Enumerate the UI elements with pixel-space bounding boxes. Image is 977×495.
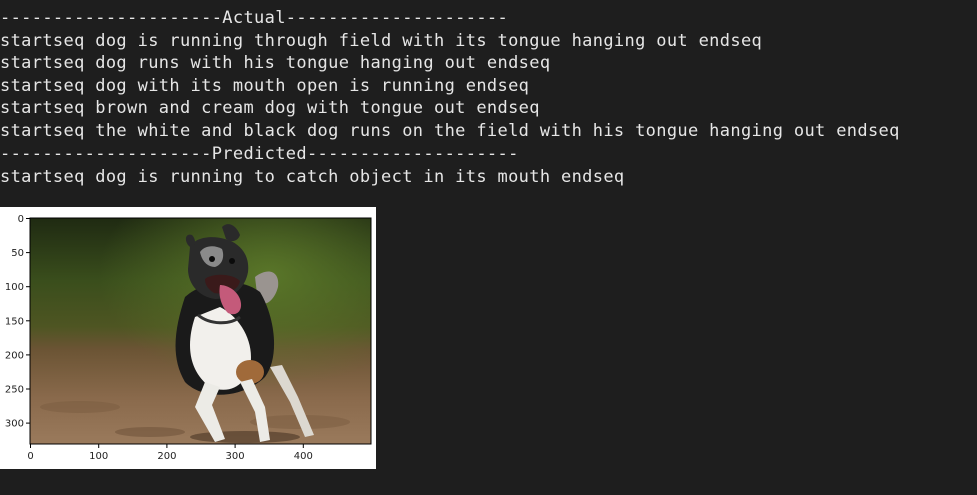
image-plot-svg: 0 100 200 300 400 0 50 100 150 200 250 300 — [5, 214, 372, 462]
x-tick-label: 200 — [157, 451, 176, 462]
actual-caption-1: startseq dog is running through field wi… — [0, 31, 763, 51]
actual-caption-5: startseq the white and black dog runs on… — [0, 121, 900, 141]
y-tick-label: 150 — [5, 316, 24, 327]
predicted-header-line: --------------------Predicted-----------… — [0, 144, 519, 164]
x-tick-label: 400 — [294, 451, 313, 462]
predicted-caption: startseq dog is running to catch object … — [0, 167, 625, 187]
y-tick-label: 50 — [11, 248, 24, 259]
dog-photo — [30, 218, 371, 444]
actual-caption-4: startseq brown and cream dog with tongue… — [0, 98, 540, 118]
cell-output: ---------------------Actual-------------… — [0, 0, 977, 495]
actual-caption-3: startseq dog with its mouth open is runn… — [0, 76, 530, 96]
y-axis: 0 50 100 150 200 250 300 — [5, 214, 30, 430]
y-tick-label: 250 — [5, 385, 24, 396]
y-tick-label: 300 — [5, 419, 24, 430]
x-axis: 0 100 200 300 400 — [27, 444, 313, 462]
image-plot: 0 100 200 300 400 0 50 100 150 200 250 300 — [0, 207, 376, 469]
actual-header-line: ---------------------Actual-------------… — [0, 8, 509, 28]
x-tick-label: 100 — [89, 451, 108, 462]
y-tick-label: 200 — [5, 350, 24, 361]
y-tick-label: 100 — [5, 282, 24, 293]
actual-caption-2: startseq dog runs with his tongue hangin… — [0, 53, 551, 73]
x-tick-label: 300 — [226, 451, 245, 462]
x-tick-label: 0 — [27, 451, 33, 462]
y-tick-label: 0 — [18, 214, 24, 225]
